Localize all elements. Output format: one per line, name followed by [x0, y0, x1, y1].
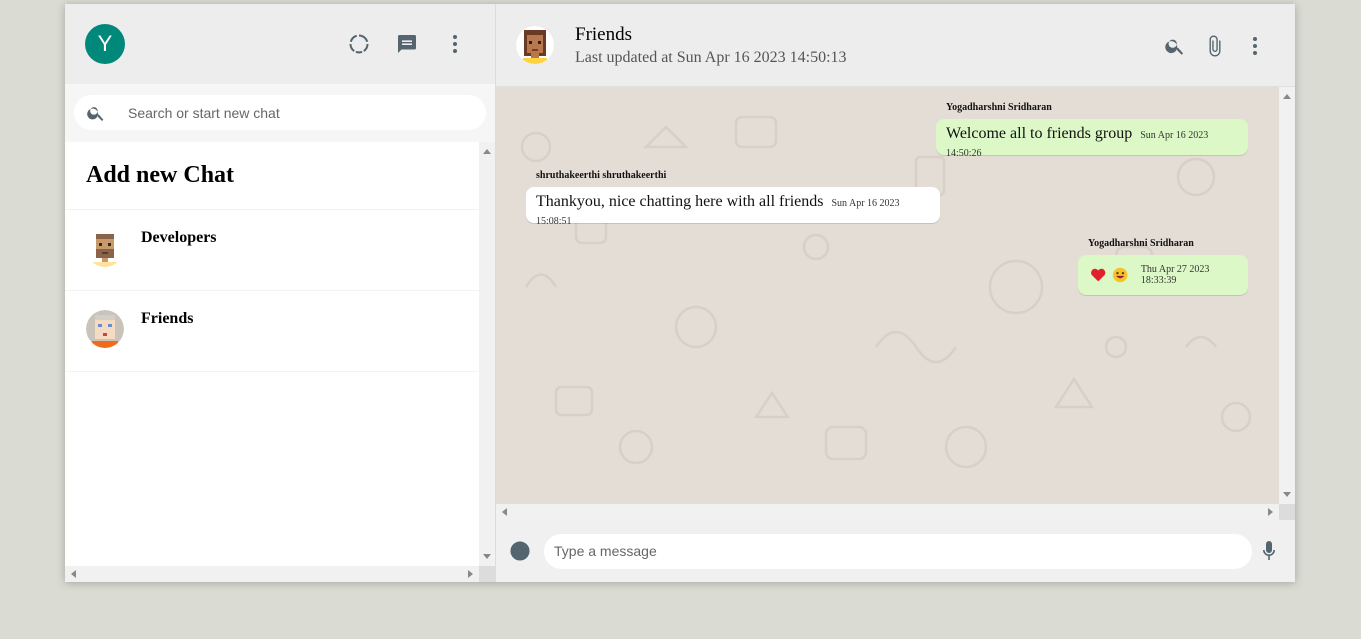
user-avatar[interactable]: Y — [85, 24, 125, 64]
chat-name: Friends — [141, 310, 194, 327]
message-input[interactable] — [544, 533, 1252, 569]
whatsapp-app: Y Add new Chat — [65, 4, 1295, 582]
chat-title: Friends — [575, 23, 632, 45]
scroll-corner — [1279, 504, 1295, 520]
message-sender: Yogadharshni Sridharan — [946, 102, 1052, 113]
scroll-down-arrow-icon[interactable] — [1283, 492, 1291, 501]
messages-vertical-scrollbar[interactable] — [1279, 87, 1295, 504]
developers-avatar — [86, 229, 124, 267]
grinning-face-icon — [1113, 267, 1128, 283]
scroll-corner — [479, 566, 495, 582]
message-bubble-received[interactable]: Thankyou, nice chatting here with all fr… — [526, 187, 940, 227]
new-chat-icon[interactable] — [395, 32, 419, 56]
scroll-down-arrow-icon[interactable] — [483, 554, 491, 563]
chat-panel: Friends Last updated at Sun Apr 16 2023 … — [496, 4, 1295, 582]
message-bubble-sent[interactable]: Welcome all to friends group Sun Apr 16 2… — [936, 119, 1248, 159]
chat-item-developers[interactable]: Developers — [65, 210, 479, 291]
add-new-chat-button[interactable]: Add new Chat — [65, 142, 479, 210]
messages-horizontal-scrollbar[interactable] — [496, 504, 1279, 520]
scroll-up-arrow-icon[interactable] — [1283, 90, 1291, 99]
microphone-icon[interactable] — [1257, 539, 1281, 563]
scroll-right-arrow-icon[interactable] — [468, 570, 477, 578]
search-input[interactable] — [128, 104, 458, 121]
message-text: Welcome all to friends group — [946, 125, 1133, 142]
chat-item-friends[interactable]: Friends — [65, 291, 479, 372]
attach-icon[interactable] — [1203, 34, 1227, 58]
sidebar-header: Y — [65, 4, 495, 84]
status-icon[interactable] — [347, 32, 371, 56]
sidebar-header-icons — [347, 4, 467, 84]
message-area: Yogadharshni Sridharan Welcome all to fr… — [496, 87, 1279, 504]
chat-subtitle: Last updated at Sun Apr 16 2023 14:50:13 — [575, 48, 847, 66]
search-icon[interactable] — [1163, 34, 1187, 58]
chat-header: Friends Last updated at Sun Apr 16 2023 … — [496, 4, 1295, 87]
emoji-icon[interactable] — [508, 539, 532, 563]
message-sender: shruthakeerthi shruthakeerthi — [536, 170, 667, 181]
message-sender: Yogadharshni Sridharan — [1088, 238, 1194, 249]
chat-body: Yogadharshni Sridharan Welcome all to fr… — [496, 87, 1295, 520]
search-box — [74, 95, 486, 130]
message-text: Thankyou, nice chatting here with all fr… — [536, 193, 824, 210]
scroll-right-arrow-icon[interactable] — [1268, 508, 1277, 516]
scroll-left-arrow-icon[interactable] — [67, 570, 76, 578]
heart-icon — [1091, 268, 1106, 282]
group-avatar[interactable] — [516, 26, 554, 64]
menu-icon[interactable] — [443, 32, 467, 56]
friends-avatar — [86, 310, 124, 348]
scroll-left-arrow-icon[interactable] — [498, 508, 507, 516]
message-time: Thu Apr 27 2023 18:33:39 — [1140, 264, 1210, 286]
menu-icon[interactable] — [1243, 34, 1267, 58]
chat-header-info: Friends Last updated at Sun Apr 16 2023 … — [575, 24, 847, 67]
message-bubble-sent[interactable]: Thu Apr 27 2023 18:33:39 — [1078, 255, 1248, 295]
chat-list-horizontal-scrollbar[interactable] — [65, 566, 479, 582]
sidebar: Y Add new Chat — [65, 4, 496, 582]
chat-list-area: Add new Chat Developers Friends — [65, 142, 495, 582]
message-composer — [496, 520, 1295, 582]
search-icon — [87, 106, 104, 121]
chat-name: Developers — [141, 229, 217, 246]
chat-header-icons — [1163, 4, 1267, 87]
scroll-up-arrow-icon[interactable] — [483, 145, 491, 154]
search-bar — [65, 84, 495, 142]
chat-list: Add new Chat Developers Friends — [65, 142, 479, 566]
chat-list-vertical-scrollbar[interactable] — [479, 142, 495, 566]
